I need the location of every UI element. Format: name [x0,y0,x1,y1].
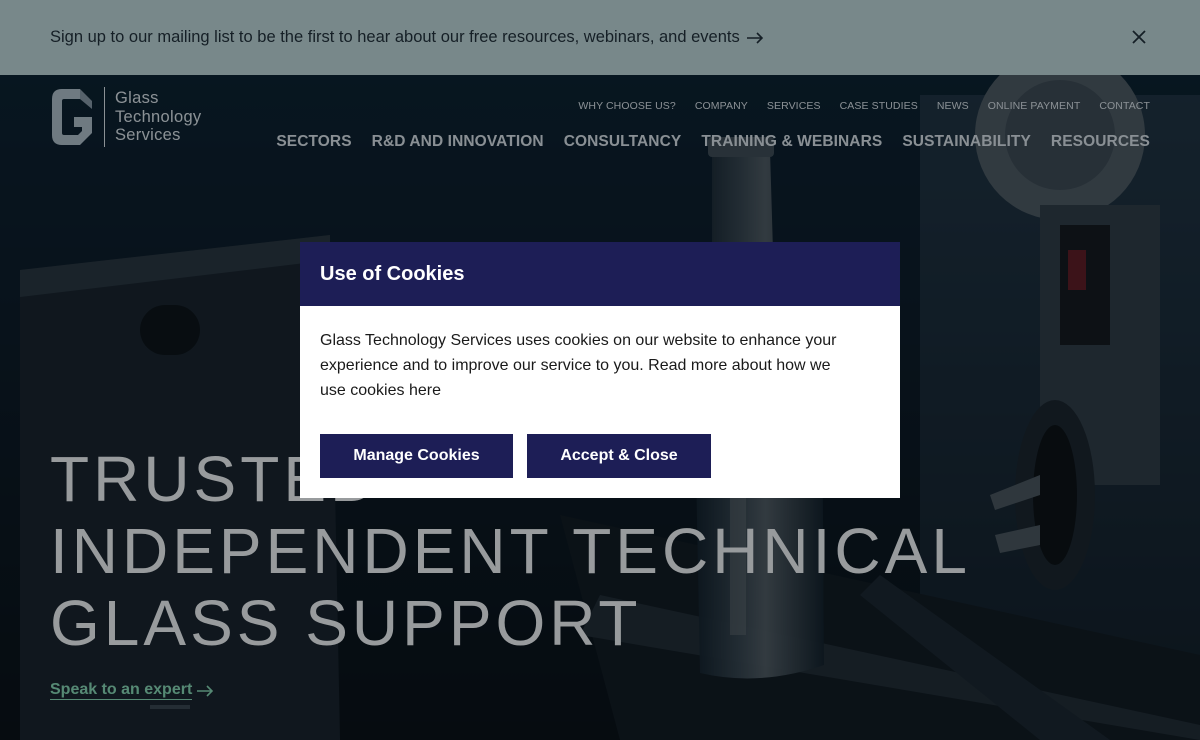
cookie-dialog: Use of Cookies Glass Technology Services… [300,242,900,498]
accept-close-button[interactable]: Accept & Close [527,434,711,478]
cookie-dialog-title: Use of Cookies [320,262,465,285]
cookie-dialog-text[interactable]: Glass Technology Services uses cookies o… [320,328,840,403]
cookie-dialog-body: Glass Technology Services uses cookies o… [300,306,900,403]
cookie-dialog-header: Use of Cookies [300,242,900,306]
manage-cookies-button[interactable]: Manage Cookies [320,434,513,478]
cookie-dialog-actions: Manage Cookies Accept & Close [320,434,711,478]
